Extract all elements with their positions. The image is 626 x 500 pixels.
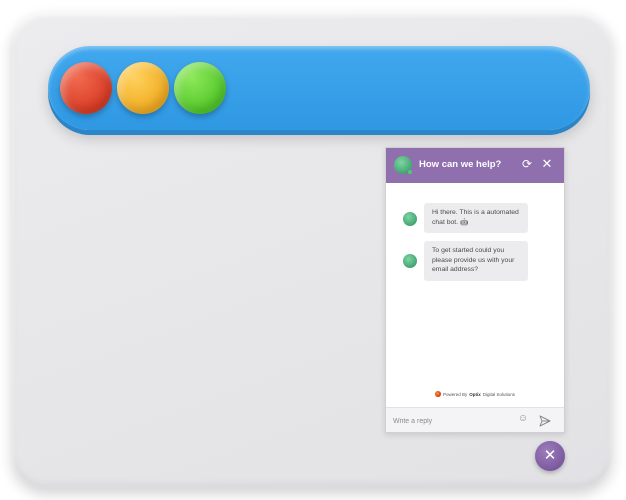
close-chat-fab-button[interactable]: ✕: [535, 441, 565, 471]
bot-avatar: [403, 254, 417, 268]
powered-by-suffix: Digital Solutions: [482, 391, 516, 397]
powered-by-footer: Powered By Optix Digital Solutions: [386, 391, 564, 397]
maximize-window-button[interactable]: [174, 62, 226, 114]
close-window-button[interactable]: [60, 62, 112, 114]
close-icon: ✕: [543, 447, 557, 464]
window-title-bar: [48, 46, 590, 130]
refresh-icon[interactable]: ⟳: [519, 156, 535, 172]
powered-by-prefix: Powered By: [442, 391, 468, 397]
chat-widget: How can we help? ⟳ ✕ Hi there. This is a…: [385, 147, 565, 433]
emoji-icon[interactable]: ☺: [517, 413, 529, 425]
powered-by-brand: Optix: [469, 391, 481, 397]
reply-bar: ☺: [386, 407, 564, 432]
agent-avatar: [394, 156, 413, 175]
bot-avatar: [403, 212, 417, 226]
close-icon[interactable]: ✕: [539, 156, 555, 172]
brand-logo-icon: [434, 391, 441, 397]
message-bubble: Hi there. This is a automated chat bot. …: [424, 203, 528, 233]
chat-title: How can we help?: [419, 159, 502, 170]
online-status-indicator: [407, 169, 413, 175]
chat-header: How can we help? ⟳ ✕: [386, 148, 564, 183]
send-icon[interactable]: [539, 414, 551, 427]
reply-input[interactable]: [393, 415, 503, 427]
message-bubble: To get started could you please provide …: [424, 241, 528, 281]
minimize-window-button[interactable]: [117, 62, 169, 114]
